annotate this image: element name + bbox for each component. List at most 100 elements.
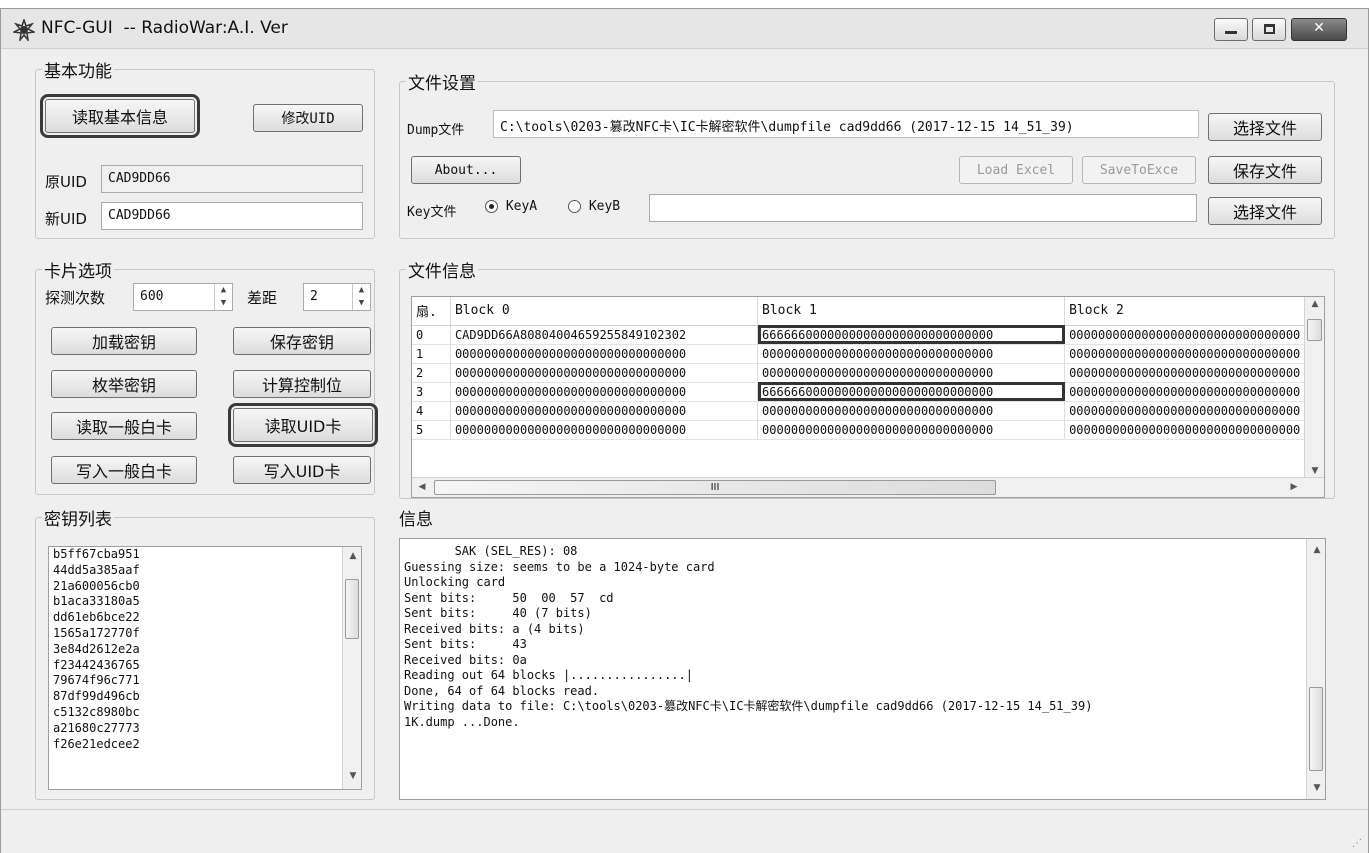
minimize-icon <box>1225 31 1237 34</box>
log-line: SAK (SEL_RES): 08 <box>404 544 578 558</box>
key-list-item[interactable]: 3e84d2612e2a <box>49 642 361 658</box>
spinner-arrows-icon[interactable]: ▲ ▼ <box>352 284 370 310</box>
key-path-field[interactable] <box>649 194 1197 222</box>
block-cell[interactable]: 00000000000000000000000000000000 <box>1064 363 1324 383</box>
maximize-button[interactable] <box>1252 18 1286 41</box>
table-row[interactable]: 5 00000000000000000000000000000000 0000000… <box>412 420 1324 440</box>
sector-index-cell[interactable]: 5 <box>412 420 451 440</box>
write-uid-card-button[interactable]: 写入UID卡 <box>233 456 371 484</box>
block-cell[interactable]: 00000000000000000000000000000000 <box>450 420 759 440</box>
key-list-item[interactable]: a21680c27773 <box>49 721 361 737</box>
key-list-item[interactable]: 21a600056cb0 <box>49 579 361 595</box>
key-list-item[interactable]: b5ff67cba951 <box>49 547 361 563</box>
grid-column-header[interactable]: Block 2 <box>1064 297 1324 326</box>
block-cell[interactable]: 00000000000000000000000000000000 <box>450 344 759 364</box>
sector-index-cell[interactable]: 2 <box>412 363 451 383</box>
table-row[interactable]: 3 00000000000000000000000000000000 6666660… <box>412 382 1324 402</box>
block-cell[interactable]: 66666600000000000000000000000000 <box>757 382 1066 402</box>
block-table: 扇. Block 0 Block 1 Block 2 0 CAD9DD66A8080400… <box>412 297 1324 440</box>
block-cell[interactable]: 00000000000000000000000000000000 <box>1064 382 1324 402</box>
block-cell[interactable]: 00000000000000000000000000000000 <box>450 363 759 383</box>
key-list-scrollbar[interactable]: ▲ ▼ <box>342 547 361 789</box>
sector-index-cell[interactable]: 0 <box>412 325 451 345</box>
grid-column-header[interactable]: Block 1 <box>757 297 1066 326</box>
key-list-item[interactable]: f23442436765 <box>49 658 361 674</box>
block-cell[interactable]: 00000000000000000000000000000000 <box>1064 420 1324 440</box>
block-cell[interactable]: 66666600000000000000000000000000 <box>757 325 1066 345</box>
table-row[interactable]: 1 00000000000000000000000000000000 0000000… <box>412 344 1324 364</box>
key-listbox[interactable]: b5ff67cba951 44dd5a385aaf 21a600056cb0 b1ac… <box>48 546 362 790</box>
grid-vscroll-thumb[interactable] <box>1307 319 1322 341</box>
modify-uid-button[interactable]: 修改UID <box>253 104 363 132</box>
table-row[interactable]: 4 00000000000000000000000000000000 0000000… <box>412 401 1324 421</box>
key-b-radio[interactable]: KeyB <box>568 199 620 214</box>
block-cell[interactable]: CAD9DD66A8080400465925584910230​2 <box>450 325 759 345</box>
key-list-item[interactable]: 87df99d496cb <box>49 689 361 705</box>
log-scroll-thumb[interactable] <box>1309 687 1323 771</box>
key-list-item[interactable]: 44dd5a385aaf <box>49 563 361 579</box>
log-line: Received bits: a (4 bits) <box>404 621 585 636</box>
load-keys-button[interactable]: 加载密钥 <box>51 327 197 355</box>
block-data-grid[interactable]: 扇. Block 0 Block 1 Block 2 0 CAD9DD66A8080400… <box>411 296 1325 498</box>
scroll-right-icon[interactable]: ▶ <box>1284 482 1304 492</box>
write-normal-card-button[interactable]: 写入一般白卡 <box>51 456 197 484</box>
save-file-button[interactable]: 保存文件 <box>1208 156 1322 184</box>
block-cell[interactable]: 00000000000000000000000000000000 <box>450 401 759 421</box>
block-cell[interactable]: 00000000000000000000000000000000 <box>1064 325 1324 345</box>
block-cell[interactable]: 00000000000000000000000000000000 <box>1064 344 1324 364</box>
probe-count-spinner[interactable]: 600 ▲ ▼ <box>133 283 233 311</box>
scroll-down-icon[interactable]: ▼ <box>1307 783 1325 793</box>
scroll-down-icon[interactable]: ▼ <box>1305 466 1324 476</box>
load-excel-button[interactable]: Load Excel <box>959 156 1073 184</box>
scroll-up-icon[interactable]: ▲ <box>1305 299 1324 309</box>
minimize-button[interactable] <box>1214 18 1248 41</box>
key-a-radio[interactable]: KeyA <box>485 199 537 214</box>
key-list-item[interactable]: 79674f96c771 <box>49 673 361 689</box>
key-list-item[interactable]: c5132c8980bc <box>49 705 361 721</box>
save-keys-button[interactable]: 保存密钥 <box>233 327 371 355</box>
scroll-up-icon[interactable]: ▲ <box>1307 545 1325 555</box>
block-cell[interactable]: 00000000000000000000000000000000 <box>757 344 1066 364</box>
block-cell[interactable]: 00000000000000000000000000000000 <box>757 401 1066 421</box>
resize-grip-icon[interactable]: ⋰ <box>1352 838 1362 849</box>
new-uid-input[interactable]: CAD9DD66 <box>101 202 363 230</box>
log-scrollbar[interactable]: ▲ ▼ <box>1306 539 1325 799</box>
key-list-item[interactable]: 1565a172770f <box>49 626 361 642</box>
close-button[interactable]: ✕ <box>1291 18 1347 41</box>
block-cell[interactable]: 00000000000000000000000000000000 <box>757 363 1066 383</box>
block-cell[interactable]: 00000000000000000000000000000000 <box>450 382 759 402</box>
key-list-item[interactable]: dd61eb6bce22 <box>49 610 361 626</box>
log-output[interactable]: SAK (SEL_RES): 08 Guessing size: seems to… <box>399 538 1326 800</box>
block-cell[interactable]: 00000000000000000000000000000000 <box>757 420 1066 440</box>
enumerate-keys-button[interactable]: 枚举密钥 <box>51 370 197 398</box>
grid-vertical-scrollbar[interactable]: ▲ ▼ <box>1304 297 1324 478</box>
read-uid-card-button[interactable]: 读取UID卡 <box>228 403 378 447</box>
read-normal-card-button[interactable]: 读取一般白卡 <box>51 412 197 440</box>
grid-column-header[interactable]: 扇. <box>412 297 451 326</box>
choose-dump-file-button[interactable]: 选择文件 <box>1208 113 1322 141</box>
key-list-item[interactable]: b1aca33180a5 <box>49 594 361 610</box>
choose-key-file-button[interactable]: 选择文件 <box>1208 197 1322 225</box>
save-to-excel-button[interactable]: SaveToExce <box>1082 156 1196 184</box>
key-list-item[interactable]: f26e21edcee2 <box>49 737 361 753</box>
about-button[interactable]: About... <box>411 156 521 184</box>
key-list-scroll-thumb[interactable] <box>345 579 359 639</box>
sector-index-cell[interactable]: 4 <box>412 401 451 421</box>
gap-spinner[interactable]: 2 ▲ ▼ <box>303 283 371 311</box>
scroll-up-icon[interactable]: ▲ <box>343 551 361 561</box>
dump-path-field[interactable]: C:\tools\0203-篡改NFC卡\IC卡解密软件\dumpfile ca… <box>493 110 1199 138</box>
scroll-down-icon[interactable]: ▼ <box>343 771 361 781</box>
block-cell[interactable]: 00000000000000000000000000000000 <box>1064 401 1324 421</box>
grid-column-header[interactable]: Block 0 <box>450 297 759 326</box>
grid-hscroll-thumb[interactable]: III <box>434 480 996 495</box>
table-row[interactable]: 2 00000000000000000000000000000000 0000000… <box>412 363 1324 383</box>
title-bar[interactable]: NFC-GUI -- RadioWar:A.I. Ver ✕ <box>1 9 1368 49</box>
read-basic-info-button[interactable]: 读取基本信息 <box>40 94 200 138</box>
sector-index-cell[interactable]: 1 <box>412 344 451 364</box>
spinner-arrows-icon[interactable]: ▲ ▼ <box>214 284 232 310</box>
calc-access-bits-button[interactable]: 计算控制位 <box>233 370 371 398</box>
grid-horizontal-scrollbar[interactable]: ◀ III ▶ <box>412 477 1324 497</box>
scroll-left-icon[interactable]: ◀ <box>412 482 432 492</box>
sector-index-cell[interactable]: 3 <box>412 382 451 402</box>
table-row[interactable]: 0 CAD9DD66A8080400465925584910230​2 666666… <box>412 325 1324 345</box>
